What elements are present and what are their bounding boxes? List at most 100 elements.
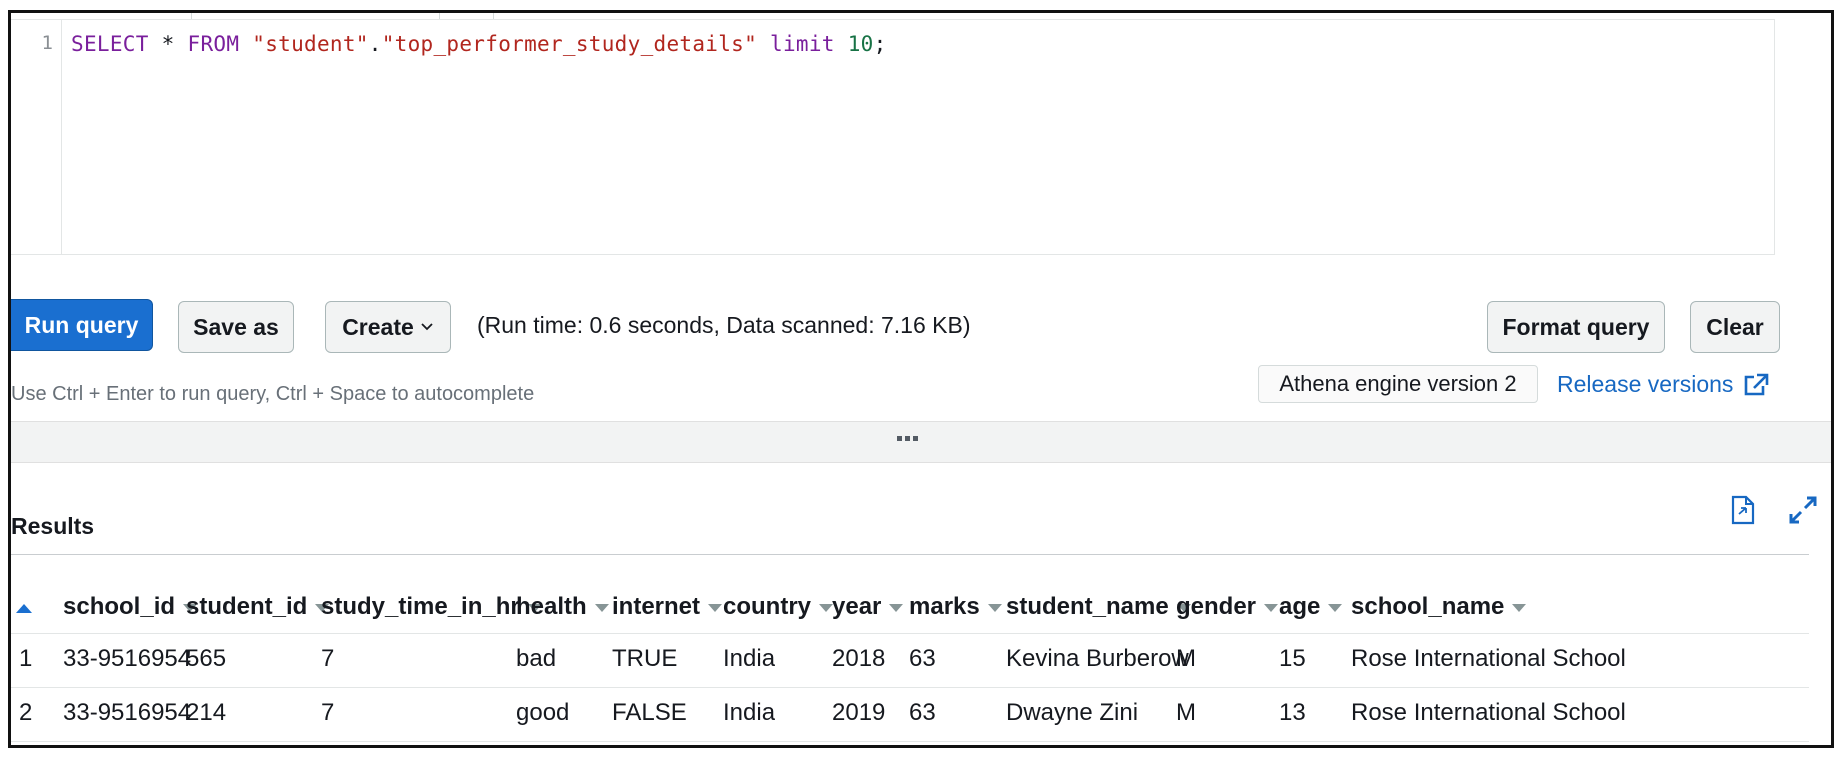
code-token: FROM bbox=[187, 32, 240, 56]
table-cell: 2018 bbox=[832, 645, 886, 672]
table-cell: 2019 bbox=[832, 699, 886, 726]
code-token: ; bbox=[873, 32, 887, 56]
download-file-icon[interactable] bbox=[1726, 493, 1760, 527]
caret-down-icon[interactable] bbox=[1264, 604, 1279, 612]
release-versions-link[interactable]: Release versions bbox=[1557, 371, 1769, 398]
code-line[interactable]: SELECT * FROM "student"."top_performer_s… bbox=[71, 32, 887, 56]
results-title: Results bbox=[11, 513, 95, 539]
column-header-label: gender bbox=[1176, 593, 1257, 620]
table-cell: Rose International School bbox=[1351, 699, 1626, 726]
column-header-label: school_id bbox=[63, 593, 176, 620]
code-token: * bbox=[148, 32, 188, 56]
code-token: 10 bbox=[847, 32, 874, 56]
code-token: "student" bbox=[252, 32, 369, 56]
table-cell: Kevina Burberow bbox=[1006, 645, 1189, 672]
column-header-student-name[interactable]: student_name bbox=[1006, 593, 1191, 621]
table-cell: 15 bbox=[1279, 645, 1306, 672]
table-cell: 63 bbox=[909, 645, 936, 672]
results-divider bbox=[11, 554, 1809, 555]
column-header-age[interactable]: age bbox=[1279, 593, 1343, 621]
column-header-label: student_id bbox=[186, 593, 308, 620]
caret-down-icon[interactable] bbox=[594, 604, 609, 612]
format-query-button[interactable]: Format query bbox=[1487, 301, 1665, 353]
table-cell: India bbox=[723, 645, 776, 672]
column-header-label: school_name bbox=[1351, 593, 1505, 620]
line-gutter: 1 bbox=[11, 20, 62, 254]
row-divider bbox=[11, 741, 1809, 742]
row-divider bbox=[11, 687, 1809, 688]
caret-down-icon[interactable] bbox=[1328, 604, 1343, 612]
table-cell: 7 bbox=[321, 699, 335, 726]
save-as-label: Save as bbox=[193, 313, 279, 340]
engine-version-badge: Athena engine version 2 bbox=[1258, 365, 1538, 403]
line-number: 1 bbox=[41, 32, 53, 54]
code-token: . bbox=[368, 32, 382, 56]
table-cell: good bbox=[516, 699, 570, 726]
row-number: 1 bbox=[19, 645, 33, 672]
table-cell: 214 bbox=[186, 699, 227, 726]
table-cell: 33-9516954 bbox=[63, 699, 192, 726]
column-header-label: year bbox=[832, 593, 882, 620]
column-header-school-id[interactable]: school_id bbox=[63, 593, 198, 621]
table-cell: Dwayne Zini bbox=[1006, 699, 1139, 726]
caret-down-icon[interactable] bbox=[987, 604, 1002, 612]
caret-down-icon[interactable] bbox=[889, 604, 904, 612]
row-divider bbox=[11, 633, 1809, 634]
caret-down-icon[interactable] bbox=[1512, 604, 1527, 612]
clear-label: Clear bbox=[1706, 313, 1764, 340]
run-info: (Run time: 0.6 seconds, Data scanned: 7.… bbox=[477, 312, 971, 338]
create-label: Create bbox=[342, 313, 414, 340]
column-header-school-name[interactable]: school_name bbox=[1351, 593, 1527, 621]
column-header-year[interactable]: year bbox=[832, 593, 904, 621]
column-header-student-id[interactable]: student_id bbox=[186, 593, 330, 621]
column-header-label: age bbox=[1279, 593, 1321, 620]
column-header-label: internet bbox=[612, 593, 701, 620]
run-query-button[interactable]: Run query bbox=[11, 299, 153, 351]
expand-icon[interactable] bbox=[1786, 493, 1820, 527]
table-cell: 13 bbox=[1279, 699, 1306, 726]
table-cell: TRUE bbox=[612, 645, 678, 672]
column-header-label: country bbox=[723, 593, 812, 620]
table-cell: FALSE bbox=[612, 699, 687, 726]
table-cell: India bbox=[723, 699, 776, 726]
column-header-internet[interactable]: internet bbox=[612, 593, 723, 621]
panel-divider[interactable] bbox=[11, 421, 1831, 463]
chevron-down-icon bbox=[421, 323, 433, 331]
column-header-health[interactable]: health bbox=[516, 593, 609, 621]
caret-down-icon[interactable] bbox=[819, 604, 834, 612]
sql-editor[interactable]: 1 SELECT * FROM "student"."top_performer… bbox=[11, 19, 1775, 255]
engine-version-label: Athena engine version 2 bbox=[1279, 371, 1517, 396]
column-header-country[interactable]: country bbox=[723, 593, 834, 621]
column-header-gender[interactable]: gender bbox=[1176, 593, 1279, 621]
keyboard-hint: Use Ctrl + Enter to run query, Ctrl + Sp… bbox=[11, 383, 535, 405]
create-button[interactable]: Create bbox=[325, 301, 451, 353]
code-token: limit bbox=[770, 32, 835, 56]
drag-handle-icon[interactable] bbox=[897, 436, 919, 444]
column-header-label: study_time_in_hr bbox=[321, 593, 520, 620]
run-query-label: Run query bbox=[24, 311, 139, 338]
row-number: 2 bbox=[19, 699, 33, 726]
table-cell: M bbox=[1176, 645, 1196, 672]
table-cell: bad bbox=[516, 645, 557, 672]
athena-query-editor: 1 SELECT * FROM "student"."top_performer… bbox=[8, 10, 1834, 748]
external-link-icon bbox=[1745, 373, 1769, 395]
code-token: SELECT bbox=[71, 32, 149, 56]
column-header-label: health bbox=[516, 593, 587, 620]
table-cell: 565 bbox=[186, 645, 227, 672]
save-as-button[interactable]: Save as bbox=[178, 301, 294, 353]
table-cell: Rose International School bbox=[1351, 645, 1626, 672]
table-cell: 33-9516954 bbox=[63, 645, 192, 672]
table-cell: 7 bbox=[321, 645, 335, 672]
column-header-label: student_name bbox=[1006, 593, 1169, 620]
sort-ascending-icon[interactable] bbox=[16, 604, 32, 613]
table-cell: M bbox=[1176, 699, 1196, 726]
column-header-label: marks bbox=[909, 593, 980, 620]
caret-down-icon[interactable] bbox=[708, 604, 723, 612]
code-token: "top_performer_study_details" bbox=[381, 32, 758, 56]
column-header-marks[interactable]: marks bbox=[909, 593, 1002, 621]
column-header-study-time-in-hr[interactable]: study_time_in_hr bbox=[321, 593, 542, 621]
table-cell: 63 bbox=[909, 699, 936, 726]
clear-button[interactable]: Clear bbox=[1690, 301, 1780, 353]
